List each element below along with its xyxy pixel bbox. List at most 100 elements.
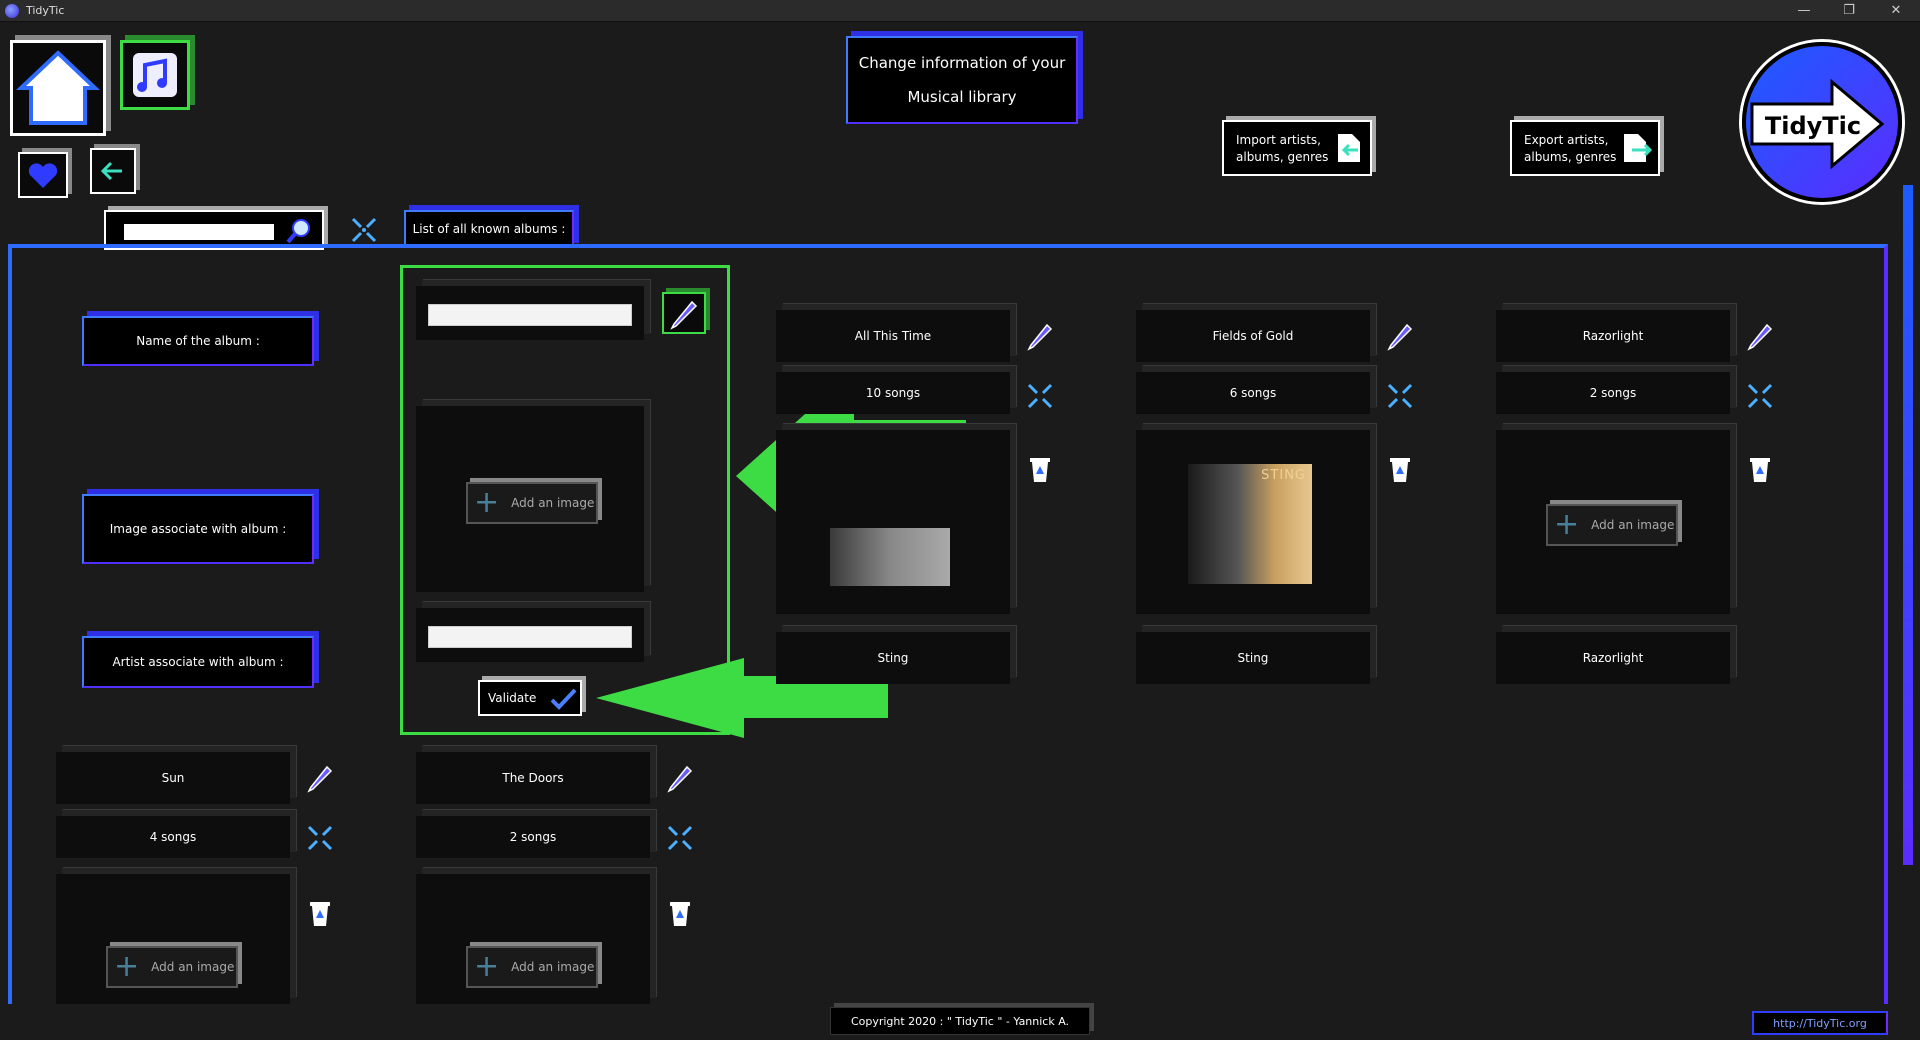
delete-album-button[interactable] [1744, 452, 1776, 484]
album-songs-cell: 10 songs [776, 372, 1010, 414]
plus-icon: + [474, 485, 500, 520]
add-image-button[interactable]: + Add an image [466, 482, 598, 524]
album-image-label-box: Image associate with album : [82, 494, 314, 564]
import-label-line1: Import artists, [1236, 133, 1321, 147]
trash-icon [1390, 458, 1410, 482]
add-image-button[interactable]: + Add an image [1546, 504, 1678, 546]
window-title: TidyTic [26, 4, 65, 17]
minimize-button[interactable]: — [1784, 1, 1824, 21]
add-image-label: Add an image [511, 960, 595, 974]
tab-album-list-label: List of all known albums : [412, 222, 566, 236]
page-title-line2: Musical library [907, 88, 1017, 106]
add-image-button[interactable]: + Add an image [106, 946, 238, 988]
collapse-arrows-icon [667, 825, 693, 851]
app-icon [5, 4, 19, 18]
album-songs-text: 2 songs [1589, 386, 1637, 400]
trash-icon [670, 902, 690, 926]
album-songs-text: 10 songs [865, 386, 921, 400]
title-bar [0, 0, 1920, 22]
album-image-label: Image associate with album : [109, 522, 287, 536]
album-songs-text: 6 songs [1229, 386, 1277, 400]
album-songs-text: 4 songs [149, 830, 197, 844]
tidytic-logo: TidyTic [1742, 42, 1902, 202]
pencil-icon [670, 300, 698, 330]
album-name-cell: Fields of Gold [1136, 310, 1370, 362]
trash-icon [1030, 458, 1050, 482]
album-name-text: Fields of Gold [1212, 329, 1294, 343]
copyright-text: Copyright 2020 : " TidyTic " - Yannick A… [830, 1007, 1090, 1035]
edit-album-button[interactable] [304, 762, 336, 794]
collapse-arrows-icon [351, 217, 377, 243]
delete-album-button[interactable] [1384, 452, 1416, 484]
collapse-arrows-icon [1747, 383, 1773, 409]
edit-name-button[interactable] [662, 292, 706, 334]
favorites-button[interactable] [18, 152, 68, 198]
plus-icon: + [1554, 507, 1580, 542]
close-button[interactable]: ✕ [1876, 1, 1916, 21]
tab-album-list[interactable]: List of all known albums : [404, 210, 574, 248]
expand-album-button[interactable] [1024, 380, 1056, 412]
music-edit-button[interactable] [120, 40, 190, 110]
music-note-icon [133, 53, 177, 97]
validate-button[interactable]: Validate [478, 680, 582, 716]
expand-album-button[interactable] [664, 822, 696, 854]
scrollbar-thumb[interactable] [1903, 185, 1913, 865]
pencil-icon [1387, 323, 1413, 351]
add-image-label: Add an image [151, 960, 235, 974]
album-name-text: Sun [161, 771, 185, 785]
delete-album-button[interactable] [664, 896, 696, 928]
home-button[interactable] [10, 40, 106, 136]
album-artist-input[interactable] [428, 626, 632, 648]
checkmark-icon [550, 688, 577, 710]
restore-button[interactable]: ❐ [1829, 1, 1869, 21]
back-button[interactable] [90, 148, 136, 194]
expand-album-button[interactable] [1744, 380, 1776, 412]
trash-icon [1750, 458, 1770, 482]
album-artist-text: Razorlight [1582, 651, 1644, 665]
search-input[interactable] [124, 224, 274, 240]
album-name-cell: The Doors [416, 752, 650, 804]
pencil-icon [1747, 323, 1773, 351]
album-artist-text: Sting [877, 651, 909, 665]
album-cover-cell [776, 430, 1010, 614]
website-link[interactable]: http://TidyTic.org [1752, 1011, 1888, 1035]
pencil-icon [307, 765, 333, 793]
album-cover-image [830, 528, 950, 586]
import-label-line2: albums, genres [1236, 150, 1329, 164]
page-title-line1: Change information of your [858, 54, 1066, 72]
album-name-input[interactable] [428, 304, 632, 326]
collapse-arrows-button[interactable] [348, 214, 380, 246]
album-name-label-box: Name of the album : [82, 316, 314, 366]
import-button[interactable]: Import artists, albums, genres [1222, 120, 1372, 176]
album-artist-text: Sting [1237, 651, 1269, 665]
album-songs-cell: 6 songs [1136, 372, 1370, 414]
album-name-cell: All This Time [776, 310, 1010, 362]
export-label-line1: Export artists, [1524, 133, 1609, 147]
edit-album-button[interactable] [1384, 320, 1416, 352]
edit-album-button[interactable] [1024, 320, 1056, 352]
album-artist-cell: Razorlight [1496, 632, 1730, 684]
album-name-cell: Sun [56, 752, 290, 804]
edit-album-button[interactable] [664, 762, 696, 794]
delete-album-button[interactable] [304, 896, 336, 928]
album-songs-text: 2 songs [509, 830, 557, 844]
collapse-arrows-icon [1027, 383, 1053, 409]
album-cover-image: STING [1188, 464, 1312, 584]
export-button[interactable]: Export artists, albums, genres [1510, 120, 1660, 176]
delete-album-button[interactable] [1024, 452, 1056, 484]
album-name-text: The Doors [502, 771, 564, 785]
album-artist-cell: Sting [776, 632, 1010, 684]
album-name-label: Name of the album : [136, 334, 260, 348]
arrow-left-icon [100, 161, 122, 181]
home-icon [15, 50, 101, 125]
expand-album-button[interactable] [304, 822, 336, 854]
page-title-box: Change information of your Musical libra… [846, 36, 1078, 124]
heart-icon [28, 163, 58, 188]
add-image-button[interactable]: + Add an image [466, 946, 598, 988]
album-artist-label-box: Artist associate with album : [82, 636, 314, 688]
search-icon[interactable] [284, 216, 314, 246]
expand-album-button[interactable] [1384, 380, 1416, 412]
album-name-text: All This Time [854, 329, 932, 343]
edit-album-button[interactable] [1744, 320, 1776, 352]
validate-label: Validate [488, 691, 537, 705]
